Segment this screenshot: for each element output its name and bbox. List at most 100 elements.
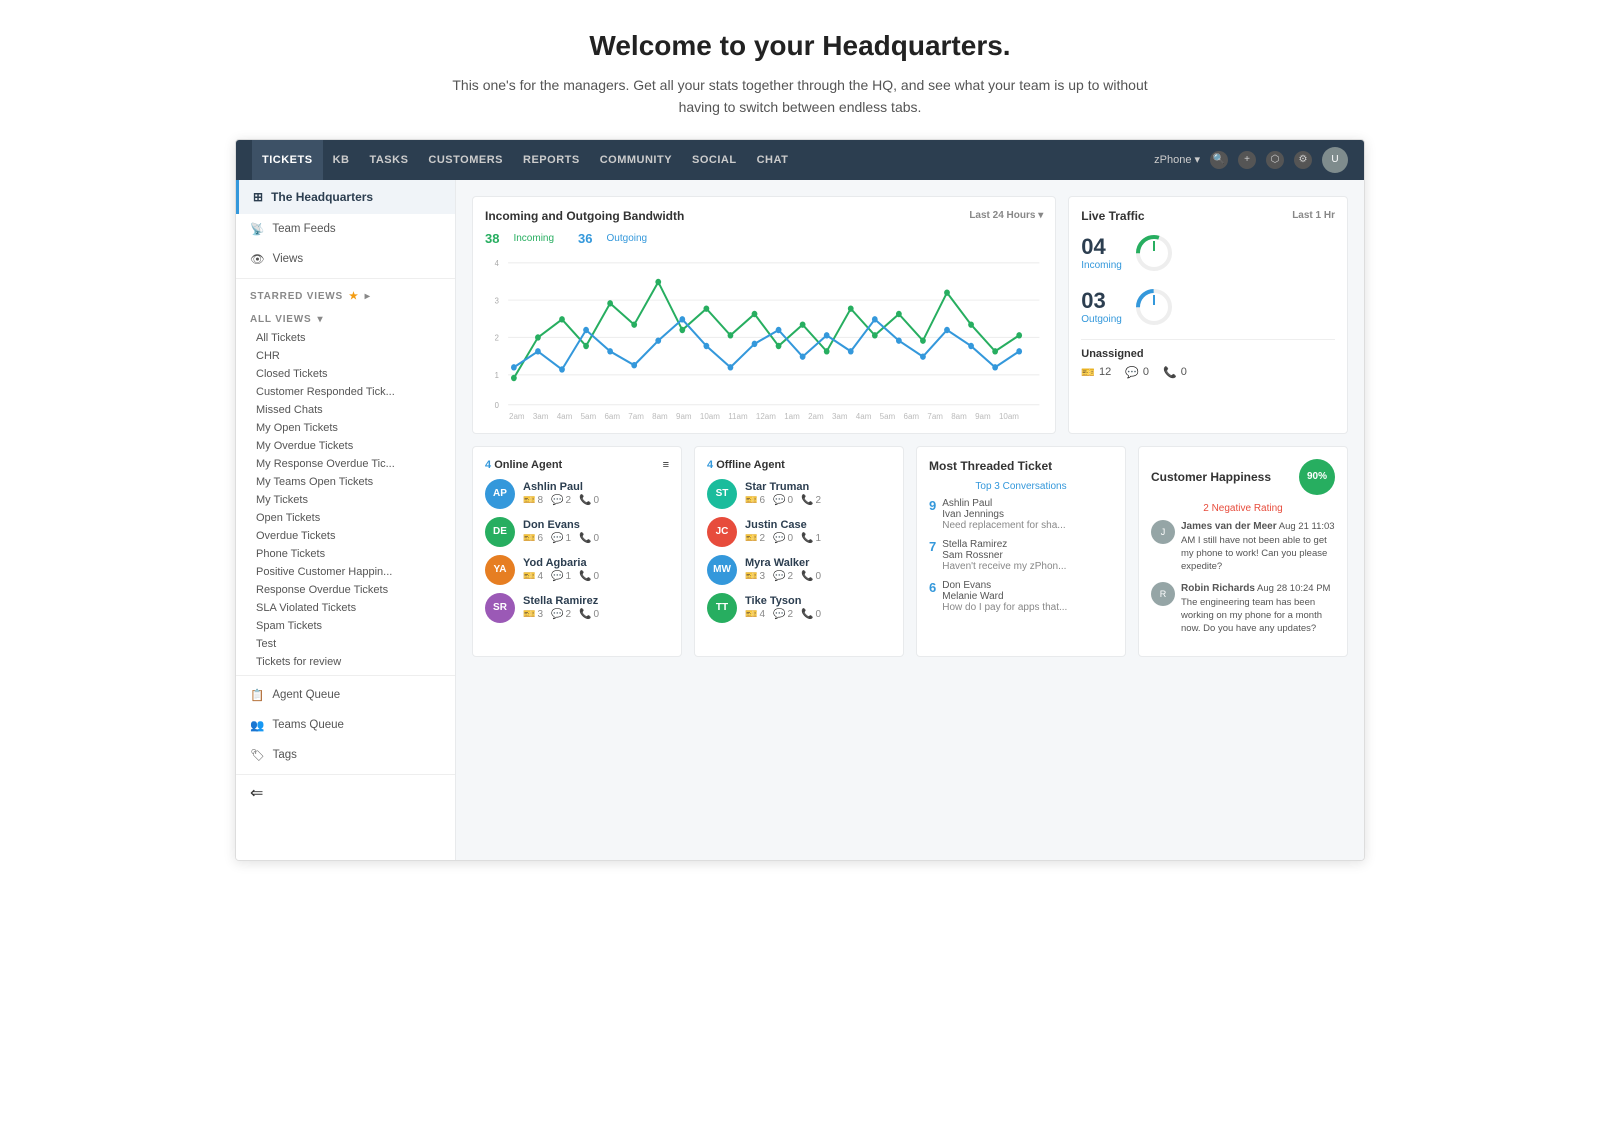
incoming-number: 04	[1081, 234, 1122, 260]
agent-avatar-3: SR	[485, 593, 515, 623]
link-my-tickets[interactable]: My Tickets	[236, 491, 455, 509]
threaded-item-2: 6 Don Evans Melanie Ward How do I pay fo…	[929, 580, 1113, 613]
link-customer-responded[interactable]: Customer Responded Tick...	[236, 383, 455, 401]
ticket-icon: 🎫	[1081, 366, 1095, 379]
review-avatar-0: J	[1151, 520, 1175, 544]
outgoing-label: Outgoing	[607, 233, 648, 244]
nav-customers[interactable]: CUSTOMERS	[418, 140, 513, 180]
chart-svg: 4 3 2 1 0	[485, 250, 1043, 410]
search-icon[interactable]: 🔍	[1210, 151, 1228, 169]
link-all-tickets[interactable]: All Tickets	[236, 329, 455, 347]
bandwidth-chart: 4 3 2 1 0	[485, 250, 1043, 410]
agent-stats-0: 🎫8 💬2 📞0	[523, 495, 669, 506]
starred-views-label: STARRED VIEWS ★ ▸	[236, 283, 455, 306]
widget-row-2: 4 Online Agent ≡ AP Ashlin Paul 🎫8 💬2 📞0	[472, 446, 1348, 657]
sidebar-tags[interactable]: 🏷 Tags	[236, 740, 455, 770]
online-agents-title: 4 Online Agent ≡	[485, 459, 669, 471]
unassigned-tickets: 🎫 12	[1081, 366, 1111, 379]
starred-collapse[interactable]: ▸	[365, 291, 371, 302]
sidebar-agent-queue[interactable]: 📋 Agent Queue	[236, 680, 455, 710]
sidebar-divider-1	[236, 278, 455, 279]
agent-info-0: Ashlin Paul 🎫8 💬2 📞0	[523, 481, 669, 506]
link-chr[interactable]: CHR	[236, 347, 455, 365]
page-title: Welcome to your Headquarters.	[20, 30, 1580, 62]
incoming-metric: 04 Incoming	[1081, 231, 1335, 275]
online-agents-widget: 4 Online Agent ≡ AP Ashlin Paul 🎫8 💬2 📞0	[472, 446, 682, 657]
threaded-subtitle: Top 3 Conversations	[929, 481, 1113, 492]
svg-text:4: 4	[495, 258, 500, 267]
star-icon: ★	[349, 291, 359, 302]
main-layout: ⊞ The Headquarters 📡 Team Feeds 👁 Views …	[236, 180, 1364, 860]
sidebar-team-feeds[interactable]: 📡 Team Feeds	[236, 214, 455, 244]
all-views-collapse[interactable]: ▾	[317, 314, 323, 325]
share-icon[interactable]: ⬡	[1266, 151, 1284, 169]
unassigned-counts: 🎫 12 💬 0 📞 0	[1081, 366, 1335, 379]
incoming-gauge	[1132, 231, 1176, 275]
brand-selector[interactable]: zPhone ▾	[1154, 153, 1200, 166]
link-my-overdue[interactable]: My Overdue Tickets	[236, 437, 455, 455]
online-agents-menu-icon[interactable]: ≡	[663, 459, 669, 471]
link-response-overdue[interactable]: Response Overdue Tickets	[236, 581, 455, 599]
agent-stats-2: 🎫4 💬1 📞0	[523, 571, 669, 582]
link-my-teams-open[interactable]: My Teams Open Tickets	[236, 473, 455, 491]
nav-tickets[interactable]: TICKETS	[252, 140, 323, 180]
agent-stats-1: 🎫6 💬1 📞0	[523, 533, 669, 544]
incoming-count: 38	[485, 231, 499, 246]
team-feeds-label: Team Feeds	[272, 223, 335, 235]
happiness-title: Customer Happiness 90%	[1151, 459, 1335, 495]
offline-avatar-1: JC	[707, 517, 737, 547]
nav-kb[interactable]: KB	[323, 140, 360, 180]
link-sla-violated[interactable]: SLA Violated Tickets	[236, 599, 455, 617]
nav-tasks[interactable]: TASKS	[359, 140, 418, 180]
online-agent-1: DE Don Evans 🎫6 💬1 📞0	[485, 517, 669, 547]
tags-label: Tags	[273, 749, 297, 761]
link-tickets-review[interactable]: Tickets for review	[236, 653, 455, 671]
unassigned-title: Unassigned	[1081, 348, 1335, 360]
link-missed-chats[interactable]: Missed Chats	[236, 401, 455, 419]
team-feeds-icon: 📡	[250, 222, 264, 236]
link-closed-tickets[interactable]: Closed Tickets	[236, 365, 455, 383]
page-header: Welcome to your Headquarters. This one's…	[0, 0, 1600, 139]
outgoing-metric: 03 Outgoing	[1081, 285, 1335, 329]
link-my-open-tickets[interactable]: My Open Tickets	[236, 419, 455, 437]
link-overdue[interactable]: Overdue Tickets	[236, 527, 455, 545]
nav-left: TICKETS KB TASKS CUSTOMERS REPORTS COMMU…	[252, 140, 798, 180]
bandwidth-time-range[interactable]: Last 24 Hours ▾	[969, 210, 1043, 221]
settings-icon[interactable]: ⚙	[1294, 151, 1312, 169]
sidebar-teams-queue[interactable]: 👥 Teams Queue	[236, 710, 455, 740]
user-avatar[interactable]: U	[1322, 147, 1348, 173]
nav-chat[interactable]: CHAT	[747, 140, 799, 180]
content-area: Incoming and Outgoing Bandwidth Last 24 …	[456, 180, 1364, 860]
add-icon[interactable]: +	[1238, 151, 1256, 169]
agent-queue-icon: 📋	[250, 688, 264, 702]
nav-social[interactable]: SOCIAL	[682, 140, 747, 180]
nav-reports[interactable]: REPORTS	[513, 140, 590, 180]
sidebar-collapse-btn[interactable]: ⇐	[236, 774, 455, 811]
agent-queue-label: Agent Queue	[272, 689, 340, 701]
link-positive-happiness[interactable]: Positive Customer Happin...	[236, 563, 455, 581]
live-traffic-time: Last 1 Hr	[1292, 210, 1335, 221]
bandwidth-legend: 38 Incoming 36 Outgoing	[485, 231, 1043, 246]
agent-info-1: Don Evans 🎫6 💬1 📞0	[523, 519, 669, 544]
offline-agent-1: JC Justin Case 🎫2 💬0 📞1	[707, 517, 891, 547]
unassigned-phones: 📞 0	[1163, 366, 1187, 379]
agent-info-2: Yod Agbaria 🎫4 💬1 📞0	[523, 557, 669, 582]
offline-info-2: Myra Walker 🎫3 💬2 📞0	[745, 557, 891, 582]
link-test[interactable]: Test	[236, 635, 455, 653]
outgoing-count: 36	[578, 231, 592, 246]
offline-agent-0: ST Star Truman 🎫6 💬0 📞2	[707, 479, 891, 509]
sidebar-headquarters[interactable]: ⊞ The Headquarters	[236, 180, 455, 214]
nav-community[interactable]: COMMUNITY	[590, 140, 682, 180]
review-1: R Robin Richards Aug 28 10:24 PM The eng…	[1151, 582, 1335, 636]
chat-stat-icon: 💬	[551, 495, 563, 506]
link-my-response-overdue[interactable]: My Response Overdue Tic...	[236, 455, 455, 473]
review-text-1: Robin Richards Aug 28 10:24 PM The engin…	[1181, 582, 1335, 636]
online-agent-2: YA Yod Agbaria 🎫4 💬1 📞0	[485, 555, 669, 585]
brand-name: zPhone	[1154, 154, 1191, 166]
link-phone[interactable]: Phone Tickets	[236, 545, 455, 563]
all-views-label: ALL VIEWS ▾	[236, 306, 455, 329]
link-spam[interactable]: Spam Tickets	[236, 617, 455, 635]
svg-text:1: 1	[495, 370, 500, 379]
sidebar-views[interactable]: 👁 Views	[236, 244, 455, 274]
link-open-tickets[interactable]: Open Tickets	[236, 509, 455, 527]
